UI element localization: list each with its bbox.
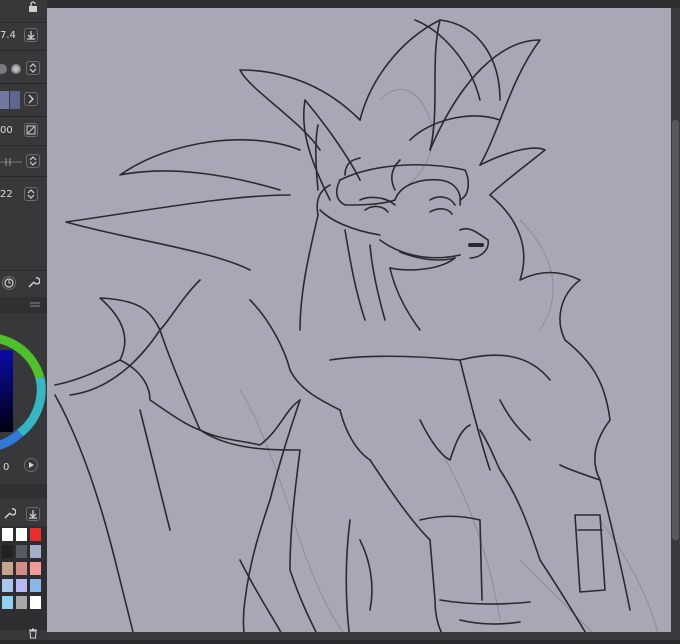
stabilizer-value[interactable]: 22	[0, 189, 13, 201]
trash-icon[interactable]	[26, 627, 40, 641]
palette-swatch[interactable]	[2, 545, 13, 558]
download-icon[interactable]	[24, 28, 38, 42]
palette-swatch[interactable]	[30, 579, 41, 592]
top-bar	[0, 0, 680, 8]
brush-tip-preview[interactable]	[0, 61, 22, 75]
color-value-readout: 0	[3, 462, 10, 473]
palette-swatch[interactable]	[2, 579, 13, 592]
no-entry-icon[interactable]	[24, 123, 38, 137]
scrollbar-thumb[interactable]	[672, 120, 679, 540]
reset-icon[interactable]	[2, 276, 16, 290]
color-panel-header	[0, 297, 47, 313]
updown-icon[interactable]	[24, 187, 38, 201]
tool-property-panel: 7.4 00 22 0	[0, 0, 47, 640]
wrench-icon[interactable]	[2, 507, 17, 521]
palette-swatch[interactable]	[30, 545, 41, 558]
sketch-artwork	[54, 19, 661, 640]
download-icon[interactable]	[26, 507, 40, 521]
texture-swatch-1[interactable]	[0, 91, 9, 109]
color-palette	[0, 526, 47, 630]
palette-swatch[interactable]	[16, 562, 27, 575]
chevron-right-icon[interactable]	[24, 92, 38, 106]
drawing-canvas[interactable]	[47, 8, 671, 640]
bottom-status-bar	[47, 632, 671, 640]
palette-swatch[interactable]	[16, 596, 27, 609]
play-icon[interactable]	[24, 458, 38, 472]
updown-icon[interactable]	[26, 61, 40, 75]
stabilizer-slider[interactable]	[0, 154, 24, 168]
palette-header	[0, 484, 47, 498]
wrench-icon[interactable]	[26, 276, 41, 290]
palette-swatch[interactable]	[16, 579, 27, 592]
palette-swatch[interactable]	[16, 545, 27, 558]
palette-swatch[interactable]	[2, 562, 13, 575]
brush-size-value[interactable]: 7.4	[0, 30, 16, 42]
palette-swatch[interactable]	[16, 528, 27, 541]
opacity-value[interactable]: 00	[0, 125, 13, 137]
palette-swatch[interactable]	[30, 562, 41, 575]
palette-swatch[interactable]	[30, 596, 41, 609]
color-wheel[interactable]	[0, 318, 47, 456]
updown-icon[interactable]	[26, 154, 40, 168]
palette-swatch[interactable]	[2, 596, 13, 609]
palette-swatch[interactable]	[30, 528, 41, 541]
texture-swatch-2[interactable]	[10, 91, 20, 109]
lock-icon[interactable]	[26, 1, 40, 15]
palette-swatch[interactable]	[2, 528, 13, 541]
